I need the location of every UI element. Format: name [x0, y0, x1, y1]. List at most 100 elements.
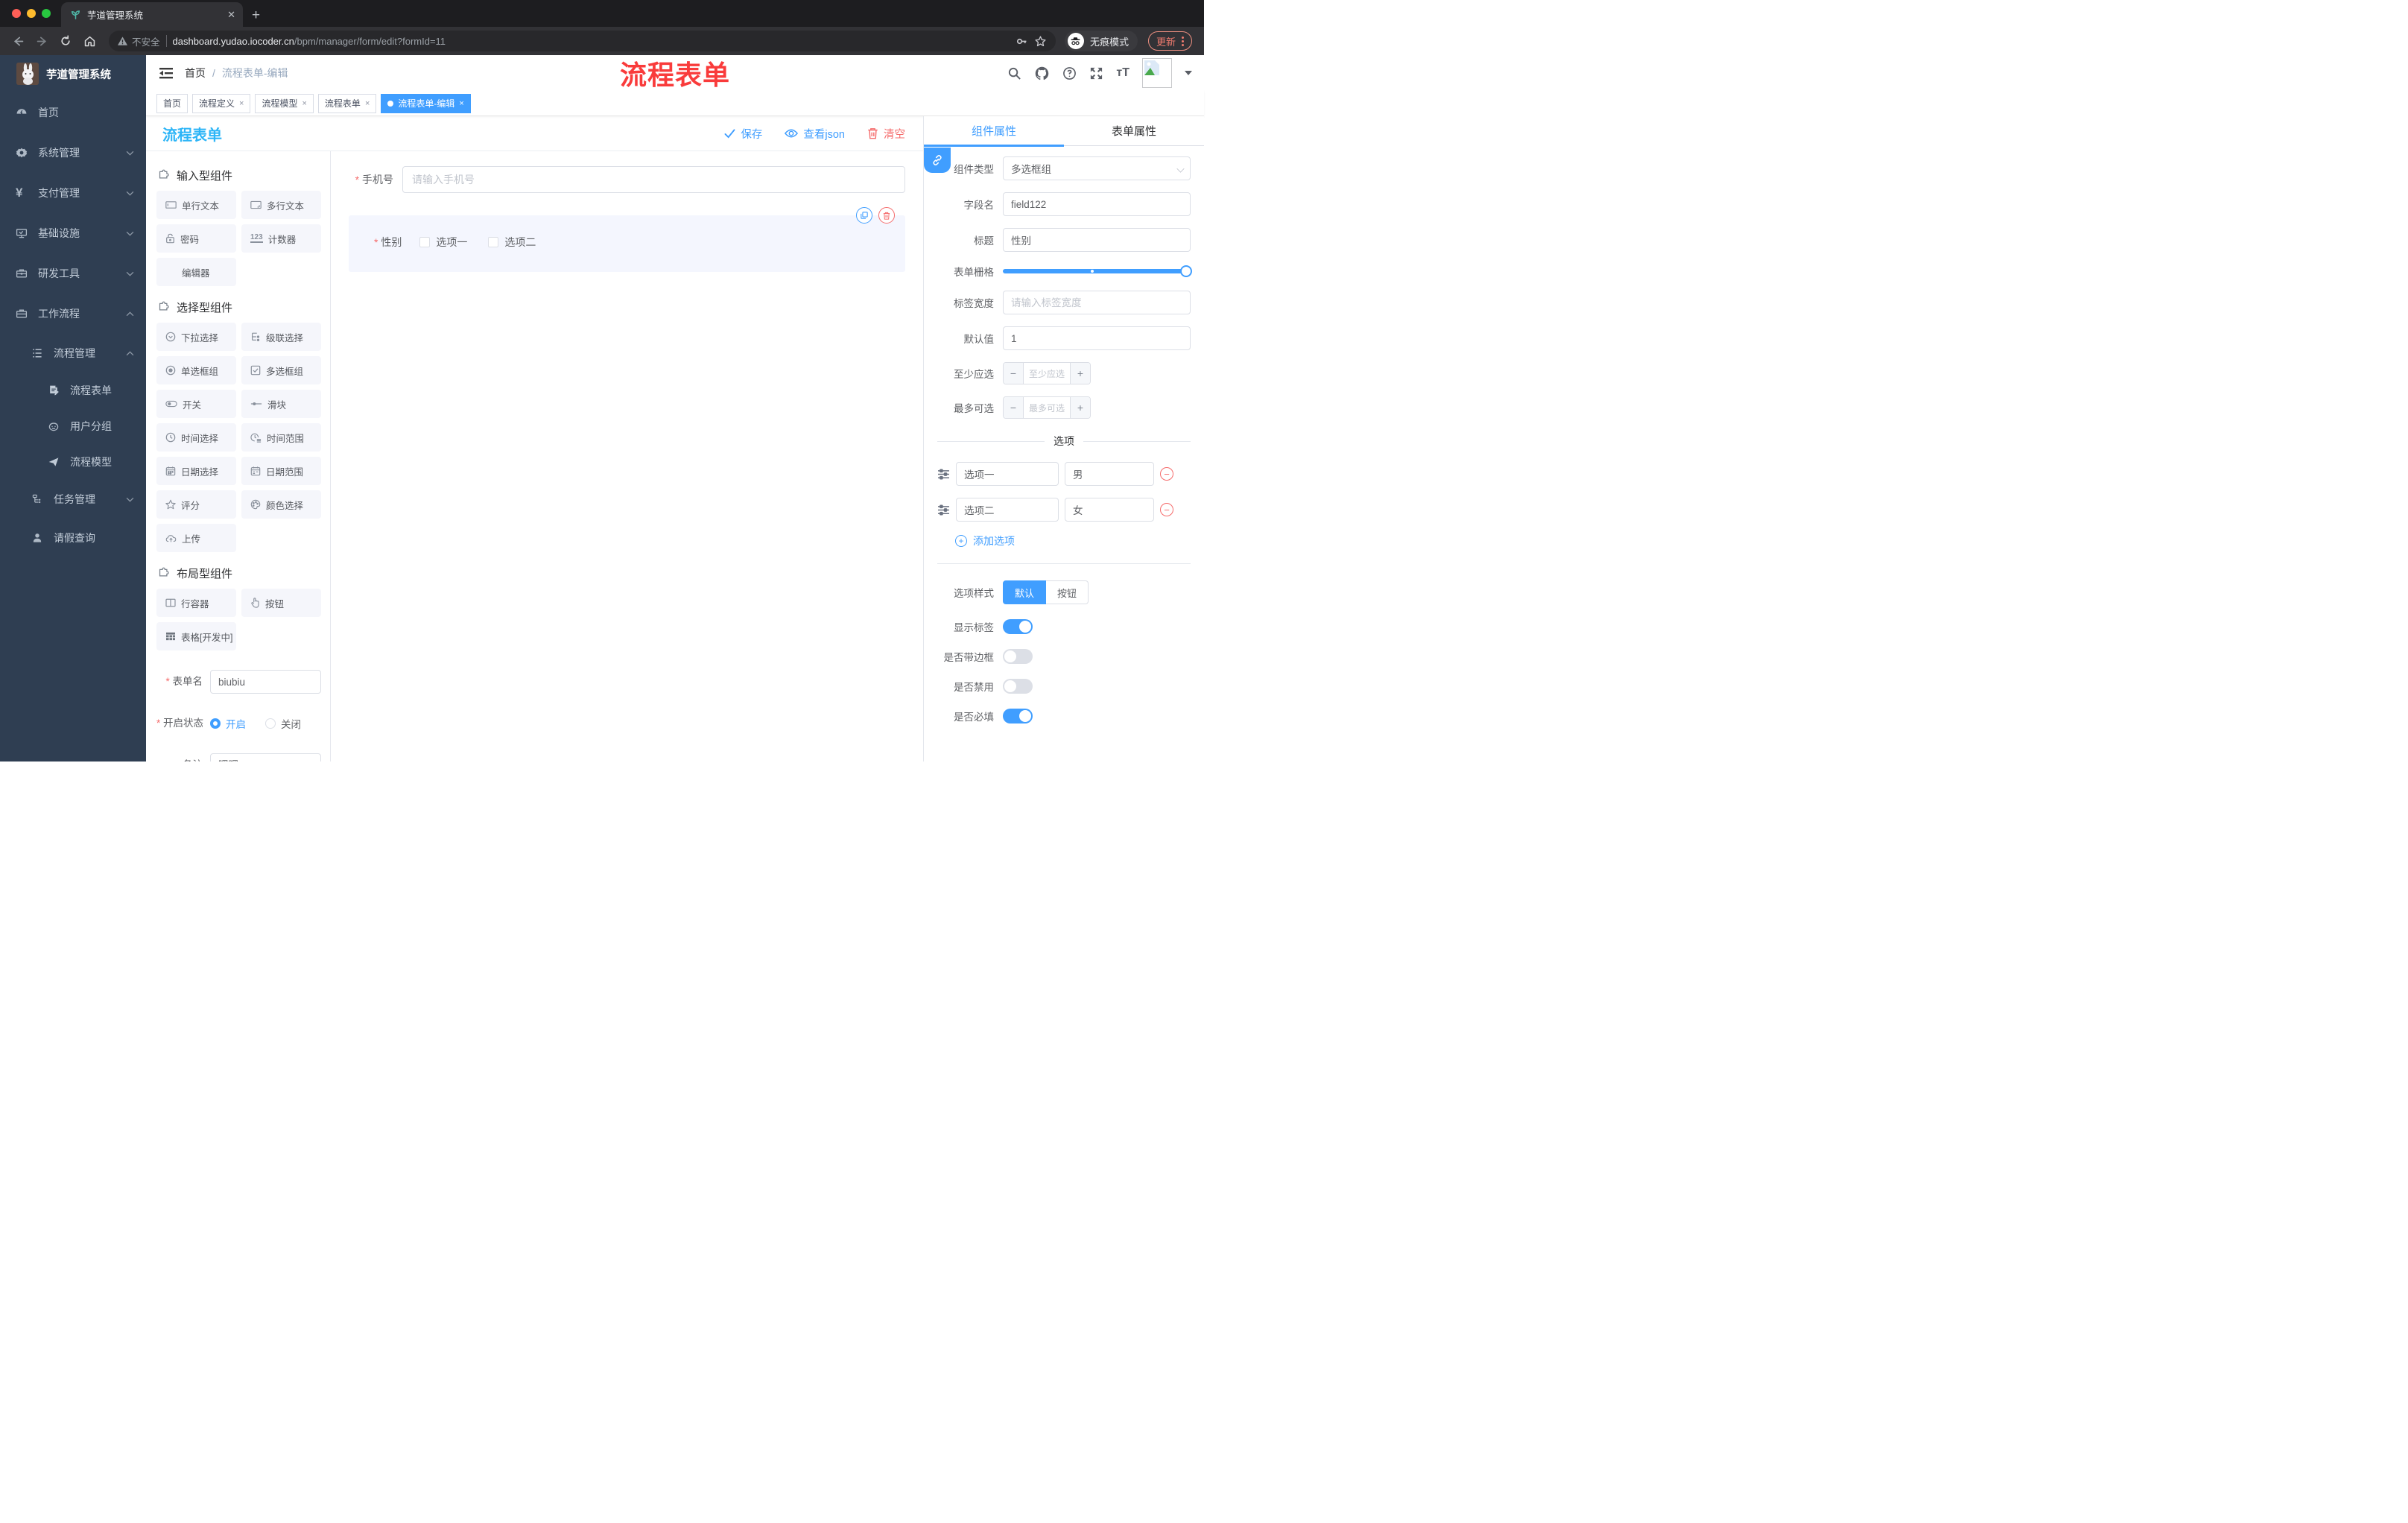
component-tile-time-range[interactable]: 时间范围 — [241, 423, 321, 452]
default-value-input[interactable] — [1003, 326, 1191, 350]
canvas-field-gender-selected[interactable]: 性别 选项一 选项二 — [349, 207, 905, 272]
key-icon[interactable] — [1016, 35, 1028, 48]
decrease-button[interactable]: − — [1004, 363, 1023, 384]
component-tile-single-line-text[interactable]: 单行文本 — [156, 191, 236, 219]
increase-button[interactable]: + — [1071, 397, 1090, 418]
tag-home[interactable]: 首页 — [156, 93, 188, 113]
form-grid-slider[interactable] — [1003, 265, 1192, 277]
drag-handle-icon[interactable] — [937, 468, 950, 480]
bookmark-star-icon[interactable] — [1034, 35, 1047, 48]
field-link-button[interactable] — [924, 148, 951, 173]
sidebar-item-workflow[interactable]: 工作流程 — [0, 294, 146, 334]
phone-field-input[interactable]: 请输入手机号 — [402, 166, 905, 193]
tag-process-definition[interactable]: 流程定义 × — [192, 93, 251, 113]
component-tile-textarea[interactable]: 多行文本 — [241, 191, 321, 219]
address-bar[interactable]: 不安全 dashboard.yudao.iocoder.cn/bpm/manag… — [109, 31, 1056, 51]
component-tile-date-picker[interactable]: 日期选择 — [156, 457, 236, 485]
option-value-input[interactable] — [1065, 498, 1154, 522]
tag-process-model[interactable]: 流程模型 × — [255, 93, 314, 113]
new-tab-button[interactable]: + — [252, 7, 260, 27]
component-tile-slider[interactable]: 滑块 — [241, 390, 321, 418]
url-text[interactable]: dashboard.yudao.iocoder.cn/bpm/manager/f… — [173, 36, 1010, 47]
sidebar-item-home[interactable]: 首页 — [0, 92, 146, 133]
add-option-button[interactable]: + 添加选项 — [955, 533, 1191, 548]
sidebar-item-process-model[interactable]: 流程模型 — [0, 444, 146, 480]
sidebar-logo[interactable]: 芋道管理系统 — [0, 55, 146, 92]
increase-button[interactable]: + — [1071, 363, 1090, 384]
font-size-icon[interactable]: тT — [1116, 66, 1129, 80]
component-tile-cascader[interactable]: 级联选择 — [241, 323, 321, 351]
component-tile-rate[interactable]: 评分 — [156, 490, 236, 519]
gender-option-2-checkbox[interactable]: 选项二 — [488, 235, 536, 250]
drag-handle-icon[interactable] — [937, 504, 950, 516]
browser-tab[interactable]: 芋道管理系统 ✕ — [61, 2, 243, 27]
security-status[interactable]: 不安全 — [118, 34, 160, 48]
forward-icon[interactable] — [31, 31, 52, 51]
collapse-sidebar-icon[interactable] — [158, 65, 174, 81]
sidebar-item-payment[interactable]: ¥ 支付管理 — [0, 173, 146, 213]
component-tile-radio-group[interactable]: 单选框组 — [156, 356, 236, 384]
sidebar-item-system[interactable]: 系统管理 — [0, 133, 146, 173]
sidebar-item-process-form[interactable]: 流程表单 — [0, 373, 146, 408]
form-name-input[interactable] — [210, 670, 321, 694]
component-tile-checkbox-group[interactable]: 多选框组 — [241, 356, 321, 384]
avatar[interactable] — [1142, 58, 1172, 88]
component-tile-row-container[interactable]: 行容器 — [156, 589, 236, 617]
option-value-input[interactable] — [1065, 462, 1154, 486]
sidebar-item-process-management[interactable]: 流程管理 — [0, 334, 146, 373]
component-tile-editor[interactable]: 编辑器 — [156, 258, 236, 286]
tag-close-icon[interactable]: × — [239, 99, 244, 108]
component-tile-counter[interactable]: 123 计数器 — [241, 224, 321, 253]
browser-menu-icon[interactable] — [1182, 36, 1184, 46]
sidebar-item-infrastructure[interactable]: 基础设施 — [0, 213, 146, 253]
zoom-window-button[interactable] — [42, 9, 51, 18]
close-window-button[interactable] — [12, 9, 21, 18]
status-radio-open[interactable]: 开启 — [210, 716, 246, 731]
component-tile-time-picker[interactable]: 时间选择 — [156, 423, 236, 452]
home-icon[interactable] — [79, 31, 100, 51]
tab-component-props[interactable]: 组件属性 — [924, 116, 1064, 147]
remove-option-button[interactable]: − — [1160, 503, 1173, 516]
tag-process-form-edit[interactable]: 流程表单-编辑 × — [381, 93, 471, 113]
decrease-button[interactable]: − — [1004, 397, 1023, 418]
tag-process-form[interactable]: 流程表单 × — [317, 93, 377, 113]
gender-option-1-checkbox[interactable]: 选项一 — [419, 235, 467, 250]
back-icon[interactable] — [7, 31, 28, 51]
with-border-switch[interactable] — [1003, 649, 1033, 664]
component-tile-color-picker[interactable]: 颜色选择 — [241, 490, 321, 519]
delete-field-button[interactable] — [878, 207, 895, 224]
component-tile-date-range[interactable]: 日期范围 — [241, 457, 321, 485]
style-default-button[interactable]: 默认 — [1003, 580, 1047, 604]
avatar-dropdown-caret-icon[interactable] — [1185, 71, 1192, 75]
search-icon[interactable] — [1007, 66, 1021, 80]
tab-form-props[interactable]: 表单属性 — [1064, 116, 1204, 145]
option-label-input[interactable] — [956, 498, 1059, 522]
component-tile-table[interactable]: 表格[开发中] — [156, 622, 236, 650]
help-icon[interactable] — [1062, 66, 1077, 80]
component-type-select[interactable] — [1003, 156, 1191, 180]
canvas-field-phone[interactable]: 手机号 请输入手机号 — [349, 166, 905, 193]
view-json-button[interactable]: 查看json — [785, 126, 845, 142]
tag-close-icon[interactable]: × — [365, 99, 370, 108]
github-icon[interactable] — [1034, 66, 1050, 81]
max-select-stepper[interactable]: − 最多可选 + — [1003, 396, 1091, 419]
title-input[interactable] — [1003, 228, 1191, 252]
breadcrumb-home[interactable]: 首页 — [185, 66, 206, 80]
remove-option-button[interactable]: − — [1160, 467, 1173, 481]
sidebar-item-user-group[interactable]: 用户分组 — [0, 408, 146, 444]
tab-close-icon[interactable]: ✕ — [227, 9, 235, 21]
style-button-button[interactable]: 按钮 — [1046, 580, 1089, 604]
option-label-input[interactable] — [956, 462, 1059, 486]
component-tile-password[interactable]: 密码 — [156, 224, 236, 253]
disabled-switch[interactable] — [1003, 679, 1033, 694]
minimize-window-button[interactable] — [27, 9, 36, 18]
component-tile-button[interactable]: 按钮 — [241, 589, 321, 617]
form-remark-textarea[interactable]: 嘿嘿 — [210, 753, 321, 762]
form-canvas[interactable]: 手机号 请输入手机号 — [331, 151, 923, 762]
fullscreen-icon[interactable] — [1089, 66, 1103, 80]
component-tile-select[interactable]: 下拉选择 — [156, 323, 236, 351]
sidebar-item-leave-query[interactable]: 请假查询 — [0, 519, 146, 557]
sidebar-item-task-management[interactable]: 任务管理 — [0, 480, 146, 519]
component-tile-upload[interactable]: 上传 — [156, 524, 236, 552]
reload-icon[interactable] — [55, 31, 76, 51]
